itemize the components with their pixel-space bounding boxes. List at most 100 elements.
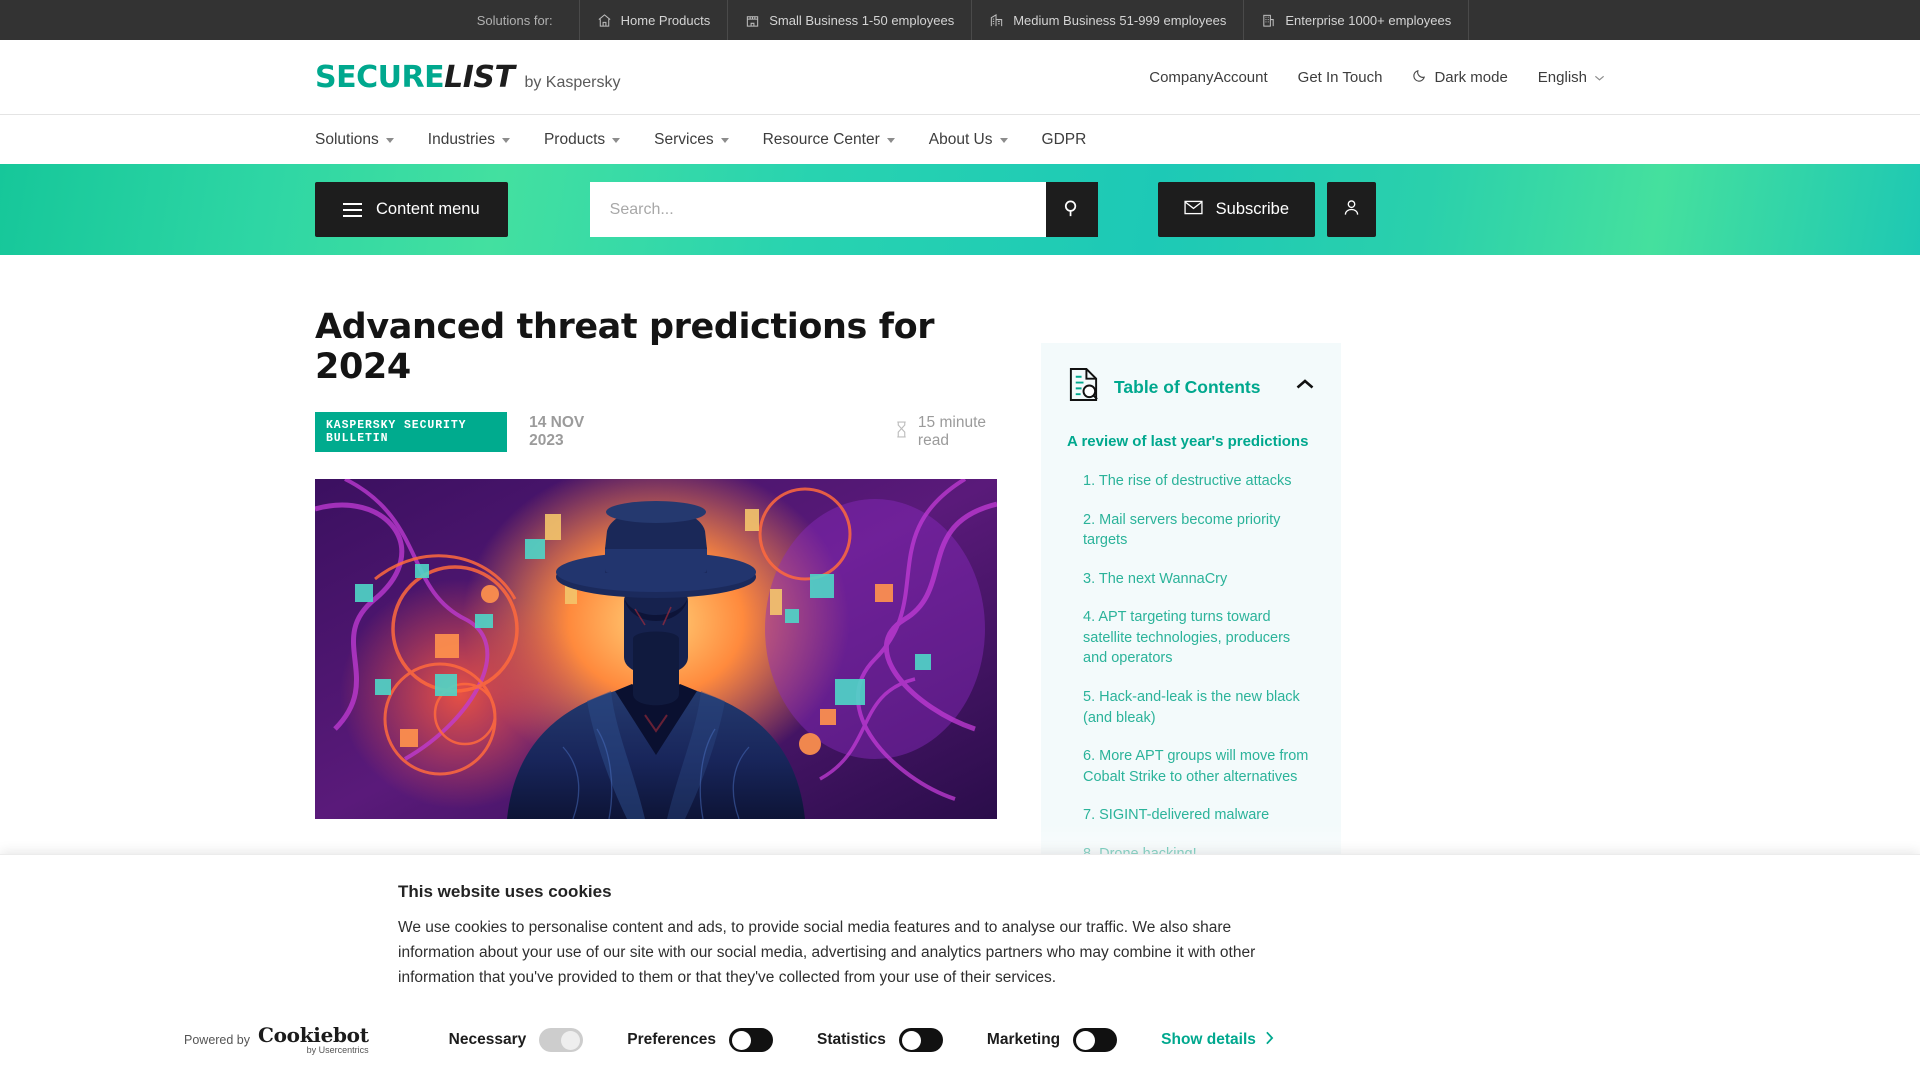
necessary-toggle-switch[interactable] <box>539 1028 584 1052</box>
toc-item[interactable]: 6. More APT groups will move from Cobalt… <box>1067 737 1315 796</box>
search-banner: Content menu Subscribe <box>0 164 1920 255</box>
document-search-icon <box>1067 367 1100 407</box>
toc-title: Table of Contents <box>1114 376 1261 397</box>
header-link-company-account[interactable]: CompanyAccount <box>1149 69 1267 86</box>
powered-by-label: Powered by <box>184 1033 251 1047</box>
hacker-illustration <box>315 478 997 819</box>
toc-section-heading[interactable]: A review of last year's predictions <box>1067 433 1315 450</box>
nav-item-label: Solutions <box>315 131 379 148</box>
hamburger-icon <box>343 202 362 217</box>
subscribe-label: Subscribe <box>1215 200 1290 218</box>
toggle-label: Statistics <box>817 1031 886 1048</box>
article-hero-image <box>315 478 997 819</box>
cookie-banner-body: We use cookies to personalise content an… <box>398 919 1256 987</box>
logo-byline: by Kaspersky <box>524 73 621 91</box>
topbar-item-label: Small Business 1-50 employees <box>769 12 955 28</box>
topbar-item-home-products[interactable]: Home Products <box>578 0 728 40</box>
marketing-toggle-switch[interactable] <box>1073 1028 1118 1052</box>
search-input[interactable] <box>589 182 1046 237</box>
securelist-logo[interactable]: SECURELIST by Kaspersky <box>315 60 620 95</box>
nav-item-label: Products <box>543 131 606 148</box>
subscribe-button[interactable]: Subscribe <box>1157 182 1316 237</box>
solutions-topbar: Solutions for: Home Products Small Busin… <box>0 0 1920 40</box>
chevron-down-icon <box>385 137 394 143</box>
header-link-get-in-touch[interactable]: Get In Touch <box>1298 69 1383 86</box>
logo-primary: SECURE <box>315 59 445 95</box>
nav-item-resource-center[interactable]: Resource Center <box>763 131 895 149</box>
cookie-toggle-preferences: Preferences <box>627 1028 773 1052</box>
table-of-contents-panel: Table of Contents A review of last year'… <box>1041 343 1341 884</box>
topbar-item-label: Enterprise 1000+ employees <box>1285 12 1452 28</box>
nav-item-services[interactable]: Services <box>654 131 729 149</box>
topbar-item-medium-business[interactable]: Medium Business 51-999 employees <box>971 0 1243 40</box>
topbar-label: Solutions for: <box>476 12 553 28</box>
toc-item[interactable]: 7. SIGINT-delivered malware <box>1067 796 1315 835</box>
search-icon <box>1061 198 1082 222</box>
nav-item-label: Services <box>654 131 714 148</box>
moon-icon <box>1412 68 1427 87</box>
toc-list: 1. The rise of destructive attacks 2. Ma… <box>1067 462 1315 874</box>
toggle-label: Preferences <box>627 1031 716 1048</box>
cookiebot-brand-name: Cookiebot <box>258 1023 369 1047</box>
nav-item-label: Resource Center <box>762 131 880 148</box>
cookie-toggle-statistics: Statistics <box>817 1028 943 1052</box>
user-icon <box>1342 198 1361 222</box>
medium-building-icon <box>989 13 1004 28</box>
header-link-label: CompanyAccount <box>1149 68 1268 86</box>
small-building-icon <box>745 13 760 28</box>
toc-item[interactable]: 3. The next WannaCry <box>1067 560 1315 599</box>
chevron-up-icon[interactable] <box>1295 378 1315 396</box>
show-details-link[interactable]: Show details <box>1161 1031 1274 1050</box>
publish-date: 14 NOV 2023 <box>529 413 585 449</box>
header-link-label: Dark mode <box>1434 68 1508 86</box>
chevron-down-icon <box>501 137 510 143</box>
search-button[interactable] <box>1045 182 1098 237</box>
content-menu-button[interactable]: Content menu <box>315 182 508 237</box>
topbar-item-label: Home Products <box>620 12 711 28</box>
topbar-item-label: Medium Business 51-999 employees <box>1013 12 1227 28</box>
nav-item-products[interactable]: Products <box>543 131 621 149</box>
article-meta: KASPERSKY SECURITY BULLETIN 14 NOV 2023 … <box>315 411 997 452</box>
show-details-label: Show details <box>1161 1031 1256 1048</box>
statistics-toggle-switch[interactable] <box>898 1028 943 1052</box>
article-left-column: Advanced threat predictions for 2024 KAS… <box>315 307 997 939</box>
nav-item-solutions[interactable]: Solutions <box>315 131 394 149</box>
enterprise-building-icon <box>1261 13 1276 28</box>
toc-item[interactable]: 4. APT targeting turns toward satellite … <box>1067 598 1315 678</box>
page-title: Advanced threat predictions for 2024 <box>315 307 935 388</box>
page-root: Solutions for: Home Products Small Busin… <box>0 0 1920 1080</box>
read-time: 15 minute read <box>895 414 997 450</box>
nav-item-gdpr[interactable]: GDPR <box>1042 131 1087 149</box>
cookie-banner-title: This website uses cookies <box>398 882 612 901</box>
toc-item[interactable]: 2. Mail servers become priority targets <box>1067 501 1315 560</box>
site-header: SECURELIST by Kaspersky CompanyAccount G… <box>0 40 1920 114</box>
chevron-down-icon <box>1594 69 1605 86</box>
toggle-label: Necessary <box>448 1031 527 1048</box>
nav-item-about-us[interactable]: About Us <box>929 131 1008 149</box>
category-badge[interactable]: KASPERSKY SECURITY BULLETIN <box>315 411 508 452</box>
header-link-language[interactable]: English <box>1538 69 1605 86</box>
topbar-item-small-business[interactable]: Small Business 1-50 employees <box>727 0 971 40</box>
toggle-label: Marketing <box>986 1031 1061 1048</box>
main-navigation: Solutions Industries Products Services R… <box>0 114 1920 164</box>
logo-secondary: LIST <box>444 59 515 95</box>
cookie-toggle-marketing: Marketing <box>986 1028 1118 1052</box>
account-button[interactable] <box>1327 182 1377 237</box>
header-link-dark-mode[interactable]: Dark mode <box>1412 68 1508 87</box>
hourglass-icon <box>895 421 908 443</box>
cookie-toggle-row: Powered by Cookiebot by Usercentrics Nec… <box>184 1025 1274 1055</box>
cookie-consent-banner: This website uses cookies We use cookies… <box>0 854 1920 1080</box>
nav-item-industries[interactable]: Industries <box>428 131 510 149</box>
home-icon <box>597 13 612 28</box>
toc-item[interactable]: 1. The rise of destructive attacks <box>1067 462 1315 501</box>
nav-item-label: Industries <box>427 131 495 148</box>
cookie-toggle-necessary: Necessary <box>449 1028 584 1052</box>
nav-item-label: GDPR <box>1041 131 1087 148</box>
envelope-icon <box>1184 200 1203 220</box>
content-menu-label: Content menu <box>376 200 480 218</box>
header-link-label: English <box>1537 68 1587 86</box>
header-link-label: Get In Touch <box>1297 68 1383 86</box>
topbar-item-enterprise[interactable]: Enterprise 1000+ employees <box>1243 0 1470 40</box>
toc-item[interactable]: 5. Hack-and-leak is the new black (and b… <box>1067 678 1315 737</box>
preferences-toggle-switch[interactable] <box>729 1028 773 1052</box>
